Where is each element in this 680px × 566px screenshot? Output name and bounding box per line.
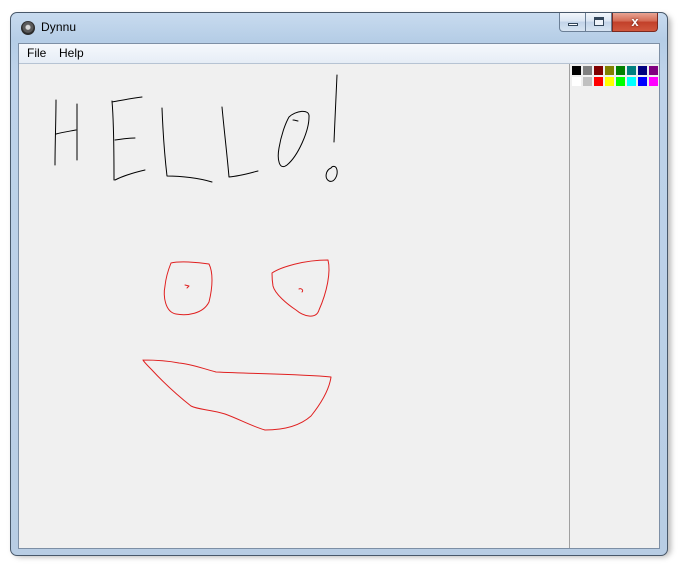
- minimize-button[interactable]: [559, 13, 586, 32]
- maximize-button[interactable]: [586, 13, 612, 32]
- app-window: Dynnu x File Help: [10, 12, 668, 556]
- letter-h: [54, 99, 78, 166]
- color-palette: [571, 64, 659, 548]
- close-button[interactable]: x: [612, 13, 658, 32]
- color-swatch[interactable]: [604, 76, 615, 87]
- maximize-icon: [594, 17, 604, 26]
- color-swatch[interactable]: [626, 76, 637, 87]
- drawing-canvas[interactable]: [19, 64, 570, 548]
- color-swatch[interactable]: [615, 65, 626, 76]
- menu-help[interactable]: Help: [59, 46, 84, 60]
- right-eye-drawing: [271, 259, 330, 317]
- color-swatch[interactable]: [593, 65, 604, 76]
- color-swatch[interactable]: [571, 65, 582, 76]
- exclamation-mark: [325, 74, 338, 182]
- left-eye-drawing: [163, 261, 213, 316]
- app-icon[interactable]: [21, 21, 35, 35]
- color-swatch[interactable]: [582, 76, 593, 87]
- color-swatch[interactable]: [604, 65, 615, 76]
- color-swatch[interactable]: [637, 76, 648, 87]
- letter-l2: [221, 106, 259, 178]
- window-title: Dynnu: [41, 20, 77, 34]
- color-swatch[interactable]: [615, 76, 626, 87]
- close-icon: x: [631, 14, 639, 29]
- color-swatch[interactable]: [648, 65, 659, 76]
- canvas-drawing: [54, 74, 338, 431]
- letter-e: [111, 96, 146, 181]
- client-area: File Help: [18, 43, 660, 549]
- menu-file[interactable]: File: [27, 46, 46, 60]
- color-swatch[interactable]: [582, 65, 593, 76]
- menu-bar: File Help: [19, 44, 659, 64]
- color-swatch[interactable]: [571, 76, 582, 87]
- letter-o: [277, 110, 310, 167]
- title-bar[interactable]: Dynnu x: [11, 13, 667, 43]
- color-swatch[interactable]: [637, 65, 648, 76]
- letter-l1: [161, 107, 213, 183]
- color-swatch[interactable]: [626, 65, 637, 76]
- minimize-icon: [568, 23, 578, 26]
- hello-text-drawing: [54, 74, 338, 183]
- mouth-drawing: [142, 359, 332, 431]
- palette-swatches: [571, 65, 659, 87]
- color-swatch[interactable]: [593, 76, 604, 87]
- color-swatch[interactable]: [648, 76, 659, 87]
